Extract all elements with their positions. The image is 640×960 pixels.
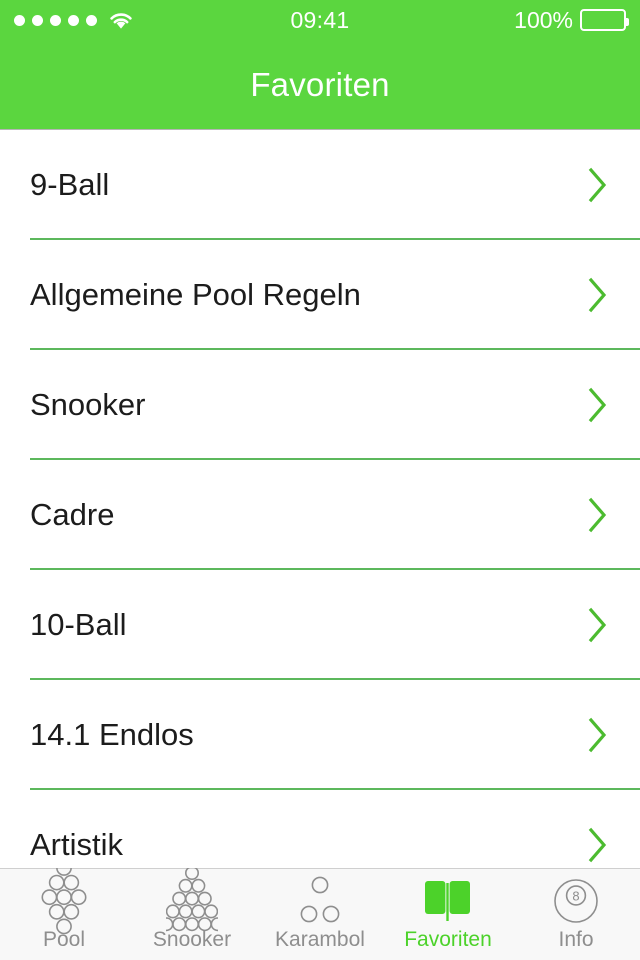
list-item-label: 14.1 Endlos (30, 717, 194, 752)
tab-label: Favoriten (404, 928, 492, 951)
signal-dot (50, 14, 61, 26)
list-item[interactable]: 10-Ball (0, 570, 640, 680)
chevron-right-icon (586, 495, 610, 535)
list-item[interactable]: Allgemeine Pool Regeln (0, 240, 640, 350)
app-root: 09:41 100% Favoriten 9-Ball Allgemeine Po… (0, 0, 640, 960)
tab-label: Info (558, 928, 594, 951)
list-item[interactable]: 14.1 Endlos (0, 680, 640, 790)
chevron-right-icon (586, 605, 610, 645)
battery-full-icon (580, 9, 629, 31)
wifi-icon (108, 11, 134, 30)
status-bar: 09:41 100% (0, 0, 640, 40)
signal-dot (68, 14, 79, 26)
tab-karambol[interactable]: Karambol (256, 869, 384, 960)
status-bar-left (14, 11, 290, 30)
chevron-right-icon (586, 385, 610, 425)
signal-dot (14, 14, 25, 26)
chevron-right-icon (586, 715, 610, 755)
list-item-label: 10-Ball (30, 607, 127, 642)
tab-label: Snooker (152, 928, 232, 951)
signal-dot (32, 14, 43, 26)
tab-pool[interactable]: Pool (0, 860, 128, 960)
list-item-label: Allgemeine Pool Regeln (30, 277, 361, 312)
list-item-label: Cadre (30, 497, 115, 532)
navigation-bar: Favoriten (0, 40, 640, 129)
header: 09:41 100% Favoriten (0, 0, 640, 130)
tab-info[interactable]: 8 Info (512, 869, 640, 960)
list-item[interactable]: Artistik (0, 790, 640, 868)
signal-dots-icon (14, 14, 97, 26)
list-item[interactable]: 9-Ball (0, 130, 640, 240)
favorites-list[interactable]: 9-Ball Allgemeine Pool Regeln Snooker Cadre… (0, 130, 640, 868)
tab-bar[interactable]: Pool Snooker Karambol Favoriten 8 Info (0, 860, 640, 960)
list-item-label: 9-Ball (30, 167, 110, 202)
battery-percent-label: 100% (514, 6, 573, 33)
chevron-right-icon (586, 275, 610, 315)
chevron-right-icon (586, 825, 610, 865)
list-item-label: Artistik (30, 827, 123, 862)
list-item[interactable]: Cadre (0, 460, 640, 570)
tab-label: Karambol (275, 928, 365, 951)
snooker-rack-triangle-icon (166, 866, 218, 932)
eight-ball-icon: 8 (552, 877, 600, 925)
pool-rack-diamond-icon (41, 860, 87, 935)
carom-three-balls-icon (297, 876, 343, 925)
tab-label: Pool (42, 928, 86, 951)
tab-snooker[interactable]: Snooker (128, 866, 256, 960)
chevron-right-icon (586, 165, 610, 205)
status-bar-right: 100% (350, 6, 629, 34)
status-bar-center: 09:41 (290, 7, 349, 34)
page-title: Favoriten (250, 65, 390, 103)
svg-text:8: 8 (572, 888, 579, 903)
status-bar-time: 09:41 (290, 6, 350, 33)
signal-dot (86, 14, 97, 26)
open-book-icon (423, 877, 473, 925)
list-item-label: Snooker (30, 387, 146, 422)
tab-favoriten[interactable]: Favoriten (384, 869, 512, 960)
list-item[interactable]: Snooker (0, 350, 640, 460)
